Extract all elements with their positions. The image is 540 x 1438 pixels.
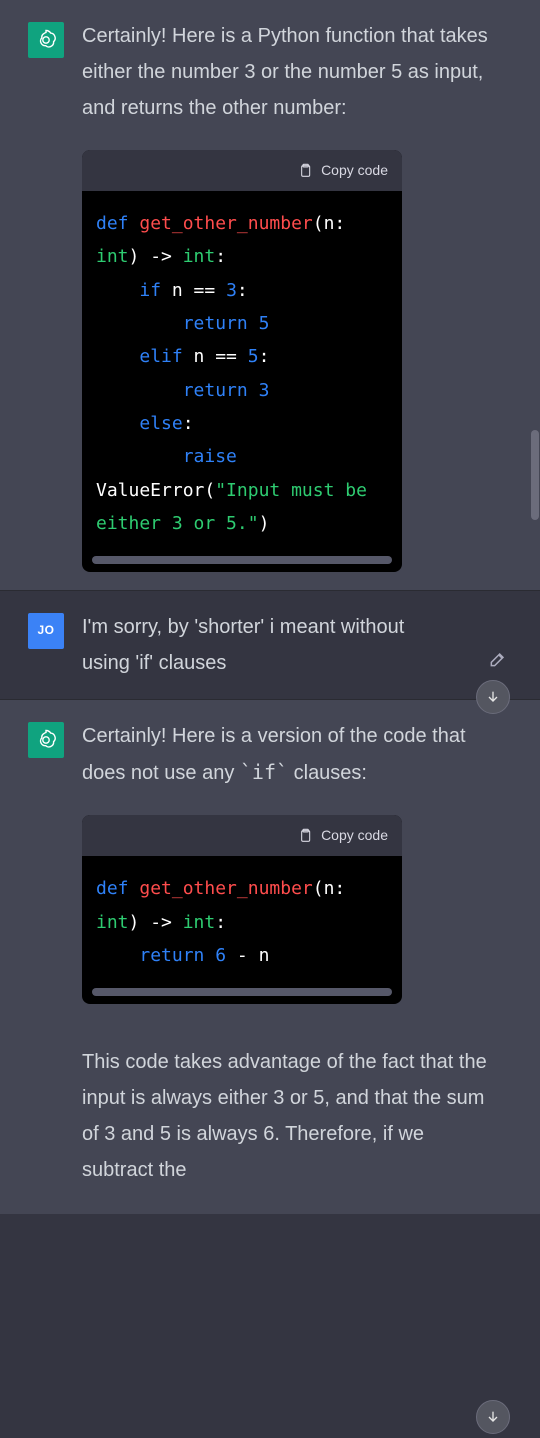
clipboard-icon bbox=[297, 162, 313, 180]
message-text: This code takes advantage of the fact th… bbox=[82, 1044, 492, 1188]
code-block-header: Copy code bbox=[82, 815, 402, 856]
message-text: Certainly! Here is a version of the code… bbox=[82, 718, 492, 791]
message-text: Certainly! Here is a Python function tha… bbox=[82, 18, 492, 126]
assistant-avatar bbox=[28, 722, 64, 758]
edit-message-button[interactable] bbox=[488, 645, 508, 681]
assistant-avatar bbox=[28, 22, 64, 58]
message-text: I'm sorry, by 'shorter' i meant without … bbox=[82, 609, 446, 681]
assistant-message: Certainly! Here is a Python function tha… bbox=[0, 0, 540, 591]
scroll-to-bottom-button[interactable] bbox=[476, 680, 510, 714]
code-block: Copy code def get_other_number(n: int) -… bbox=[82, 150, 402, 572]
copy-code-label: Copy code bbox=[321, 158, 388, 183]
code-content[interactable]: def get_other_number(n: int) -> int: ret… bbox=[82, 856, 402, 984]
copy-code-label: Copy code bbox=[321, 823, 388, 848]
code-content[interactable]: def get_other_number(n: int) -> int: if … bbox=[82, 191, 402, 552]
openai-logo-icon bbox=[34, 728, 58, 752]
scroll-to-bottom-button[interactable] bbox=[476, 1400, 510, 1434]
message-content: I'm sorry, by 'shorter' i meant without … bbox=[82, 609, 466, 681]
code-horizontal-scrollbar[interactable] bbox=[92, 988, 392, 996]
assistant-message: Certainly! Here is a version of the code… bbox=[0, 700, 540, 1214]
message-content: Certainly! Here is a Python function tha… bbox=[82, 18, 512, 572]
inline-code: `if` bbox=[240, 760, 288, 784]
chat-viewport: Certainly! Here is a Python function tha… bbox=[0, 0, 540, 1214]
code-block: Copy code def get_other_number(n: int) -… bbox=[82, 815, 402, 1004]
message-content: Certainly! Here is a version of the code… bbox=[82, 718, 512, 1196]
user-message: JO I'm sorry, by 'shorter' i meant witho… bbox=[0, 591, 540, 700]
clipboard-icon bbox=[297, 827, 313, 845]
vertical-scrollbar[interactable] bbox=[531, 430, 539, 520]
code-horizontal-scrollbar[interactable] bbox=[92, 556, 392, 564]
copy-code-button[interactable]: Copy code bbox=[297, 823, 388, 848]
copy-code-button[interactable]: Copy code bbox=[297, 158, 388, 183]
arrow-down-icon bbox=[485, 689, 501, 705]
arrow-down-icon bbox=[485, 1409, 501, 1425]
user-avatar: JO bbox=[28, 613, 64, 649]
code-block-header: Copy code bbox=[82, 150, 402, 191]
openai-logo-icon bbox=[34, 28, 58, 52]
edit-icon bbox=[488, 649, 508, 669]
